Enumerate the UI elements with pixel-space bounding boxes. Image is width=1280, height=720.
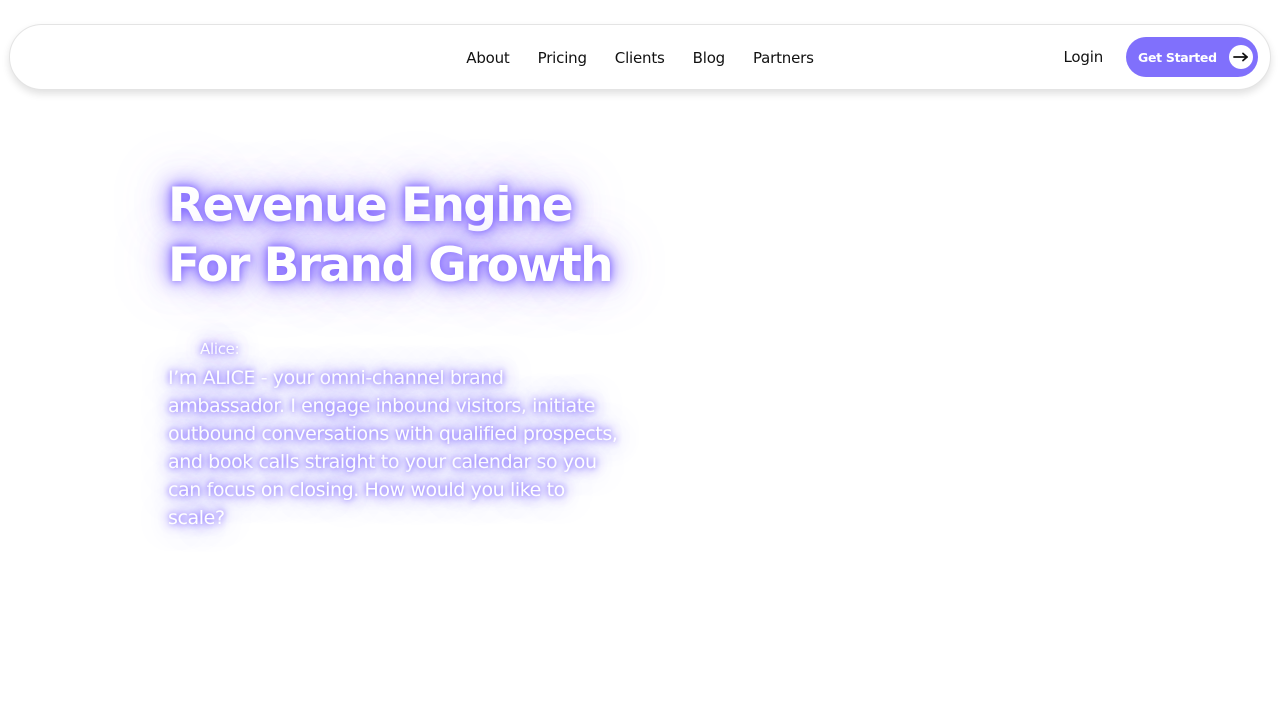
nav-link-about[interactable]: About [466, 49, 510, 67]
hero-title-line-1: Revenue Engine [168, 178, 574, 233]
nav-link-partners[interactable]: Partners [753, 49, 814, 67]
arrow-right-icon [1229, 45, 1253, 69]
assistant-message: I’m ALICE - your omni-channel brand amba… [168, 367, 618, 529]
nav-link-blog[interactable]: Blog [693, 49, 726, 67]
login-link[interactable]: Login [1064, 48, 1104, 66]
top-navbar: About Pricing Clients Blog Partners Logi… [9, 24, 1271, 90]
hero-title-line-2: For Brand Growth [168, 238, 614, 293]
speaker-label: Alice: [200, 340, 240, 358]
nav-actions: Login Get Started [1064, 37, 1258, 77]
hero-section: Revenue Engine For Brand Growth Alice: I… [168, 176, 628, 532]
get-started-label: Get Started [1138, 49, 1217, 65]
nav-link-clients[interactable]: Clients [615, 49, 665, 67]
get-started-button[interactable]: Get Started [1126, 37, 1258, 77]
nav-link-pricing[interactable]: Pricing [538, 49, 587, 67]
hero-title: Revenue Engine For Brand Growth [168, 176, 628, 296]
